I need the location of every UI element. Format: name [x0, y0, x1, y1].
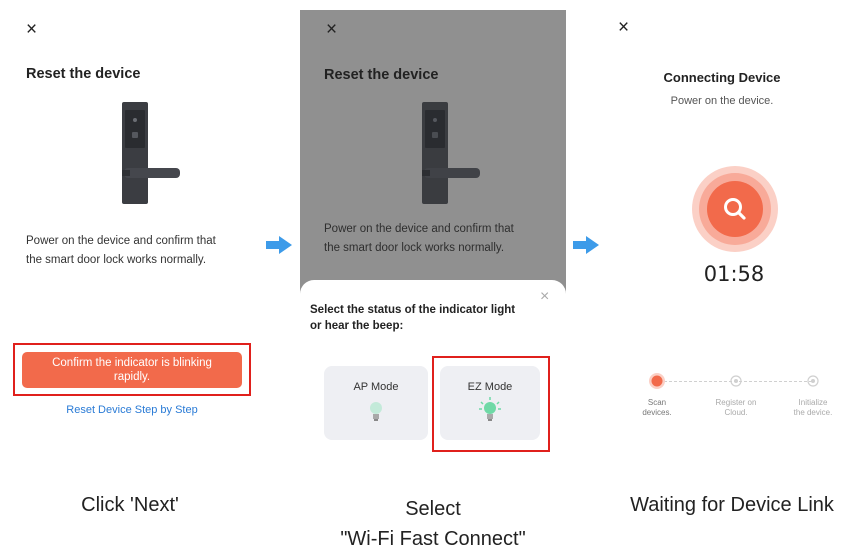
mode-select-sheet: × Select the status of the indicator lig…: [300, 280, 566, 460]
panel-select-status: × Reset the device Power on the device a…: [300, 10, 566, 460]
page-title: Reset the device: [324, 67, 439, 83]
sheet-title: Select the status of the indicator light…: [310, 304, 516, 332]
step-scan-label: Scan devices.: [642, 398, 672, 417]
search-progress-icon: [692, 166, 778, 252]
caption-select-fast-connect: Select "Wi-Fi Fast Connect": [340, 498, 526, 550]
step-active-dot: [649, 373, 665, 389]
arrow-right-icon: [573, 236, 599, 254]
close-icon[interactable]: ×: [326, 20, 337, 40]
description: Power on the device and confirm that the…: [324, 223, 514, 254]
arrow-right-icon: [266, 236, 292, 254]
confirm-blinking-button[interactable]: Confirm the indicator is blinking rapidl…: [22, 352, 242, 388]
highlight-frame: [432, 356, 550, 452]
subtitle: Power on the device.: [670, 95, 774, 107]
close-icon[interactable]: ×: [26, 20, 37, 40]
step-register-label: Register on Cloud.: [715, 398, 757, 417]
page-title: Connecting Device: [663, 70, 781, 85]
caption-waiting-link: Waiting for Device Link: [630, 494, 834, 516]
door-lock-icon: [122, 102, 180, 204]
door-lock-icon: [422, 102, 480, 204]
countdown-timer: 01:58: [703, 262, 765, 286]
close-icon[interactable]: ×: [618, 18, 629, 38]
page-title: Reset the device: [26, 66, 141, 82]
light-bulb-icon: [370, 402, 382, 421]
description: Power on the device and confirm that the…: [26, 235, 216, 266]
step-initialize-label: Initialize the device.: [793, 398, 833, 417]
step-pending-dot: [807, 375, 819, 387]
ap-mode-option[interactable]: AP Mode: [324, 366, 428, 440]
reset-device-step-link[interactable]: Reset Device Step by Step: [22, 404, 242, 416]
step-pending-dot: [730, 375, 742, 387]
mode-label: AP Mode: [353, 381, 399, 393]
caption-click-next: Click 'Next': [81, 494, 179, 516]
